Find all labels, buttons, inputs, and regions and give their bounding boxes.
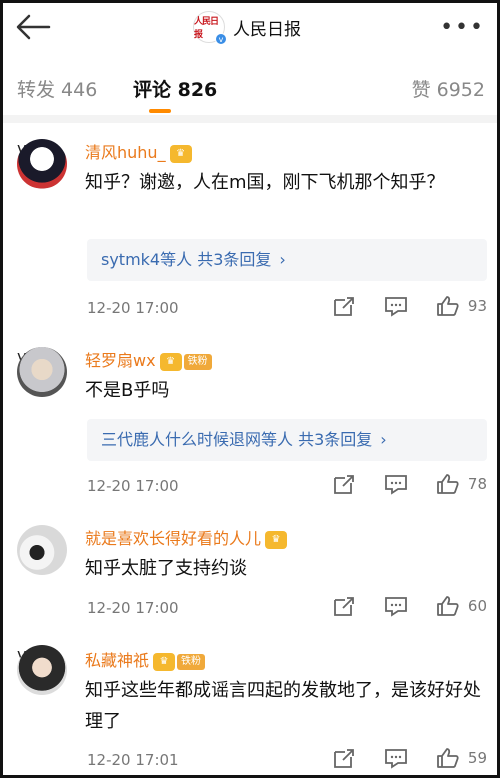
- reply-summary[interactable]: 三代鹿人什么时候退网等人 共3条回复 ›: [87, 419, 487, 461]
- rank-badge-icon: ♛: [265, 530, 288, 549]
- comment-text: 知乎？谢邀，人在m国，刚下飞机那个知乎？: [85, 172, 445, 193]
- comment-text: 知乎太脏了支持约谈: [85, 558, 247, 579]
- share-icon[interactable]: [332, 595, 356, 617]
- comment-text: 不是B乎吗: [85, 380, 170, 401]
- comment-username[interactable]: 就是喜欢长得好看的人儿 ♛: [85, 525, 288, 549]
- reply-summary[interactable]: sytmk4等人 共3条回复 ›: [87, 239, 487, 281]
- app-frame: 人民日报 v 人民日报 ••• 转发 446 评论 826 赞 6952 v 清…: [0, 0, 500, 778]
- comment-actions: 60: [332, 595, 487, 617]
- rank-badge-icon: ♛: [169, 144, 192, 163]
- rank-badge-icon: ♛: [159, 352, 182, 371]
- comment-username[interactable]: 私藏神祇 ♛ 铁粉: [85, 647, 206, 671]
- comment-actions: 93: [332, 295, 487, 317]
- more-dots-icon[interactable]: •••: [440, 15, 485, 40]
- comment-actions: 59: [332, 747, 487, 769]
- like-count: 59: [467, 749, 487, 767]
- comment-text: 知乎这些年都成谣言四起的发散地了，是该好好处理了: [85, 680, 481, 732]
- avatar[interactable]: v: [17, 347, 71, 401]
- tab-bar: 转发 446 评论 826 赞 6952: [3, 65, 497, 115]
- share-icon[interactable]: [332, 747, 356, 769]
- thumbs-up-icon[interactable]: [436, 473, 460, 495]
- like-count: 93: [467, 297, 487, 315]
- comment-time: 12-20 17:01: [87, 751, 179, 769]
- comment-username[interactable]: 轻罗扇wx ♛ 铁粉: [85, 347, 212, 371]
- comment-icon[interactable]: [384, 747, 408, 769]
- comment-time: 12-20 17:00: [87, 599, 179, 617]
- avatar[interactable]: v: [17, 139, 71, 193]
- active-tab-indicator: [149, 109, 171, 113]
- avatar[interactable]: [17, 525, 71, 579]
- chevron-right-icon: ›: [279, 250, 286, 269]
- share-icon[interactable]: [332, 295, 356, 317]
- avatar[interactable]: v: [17, 645, 71, 699]
- reply-summary-text: sytmk4等人 共3条回复: [101, 250, 272, 269]
- comment-time: 12-20 17:00: [87, 299, 179, 317]
- username-text: 私藏神祇: [85, 651, 150, 670]
- thumbs-up-icon[interactable]: [436, 747, 460, 769]
- rank-badge-icon: ♛: [153, 652, 176, 671]
- tab-comment[interactable]: 评论 826: [133, 75, 217, 102]
- thumbs-up-icon[interactable]: [436, 295, 460, 317]
- tab-repost[interactable]: 转发 446: [17, 75, 97, 102]
- thumbs-up-icon[interactable]: [436, 595, 460, 617]
- username-text: 就是喜欢长得好看的人儿: [85, 529, 262, 548]
- fan-badge: 铁粉: [177, 653, 206, 670]
- share-icon[interactable]: [332, 473, 356, 495]
- divider: [3, 115, 497, 123]
- comment-actions: 78: [332, 473, 487, 495]
- verified-badge: v: [215, 33, 227, 45]
- back-arrow-icon[interactable]: [15, 13, 51, 41]
- comment-icon[interactable]: [384, 595, 408, 617]
- comment-icon[interactable]: [384, 473, 408, 495]
- like-count: 60: [467, 597, 487, 615]
- account-logo: 人民日报 v: [193, 11, 227, 45]
- reply-summary-text: 三代鹿人什么时候退网等人 共3条回复: [101, 430, 373, 449]
- comment-icon[interactable]: [384, 295, 408, 317]
- chevron-right-icon: ›: [380, 430, 387, 449]
- username-text: 轻罗扇wx: [85, 351, 156, 370]
- top-bar: 人民日报 v 人民日报 •••: [3, 3, 497, 53]
- page-title: 人民日报: [233, 19, 301, 40]
- comment-username[interactable]: 清风huhu_ ♛: [85, 139, 192, 163]
- comment-time: 12-20 17:00: [87, 477, 179, 495]
- fan-badge: 铁粉: [183, 353, 212, 370]
- account-header[interactable]: 人民日报 v 人民日报: [193, 11, 301, 45]
- username-text: 清风huhu_: [85, 143, 166, 162]
- tab-like[interactable]: 赞 6952: [412, 75, 485, 102]
- like-count: 78: [467, 475, 487, 493]
